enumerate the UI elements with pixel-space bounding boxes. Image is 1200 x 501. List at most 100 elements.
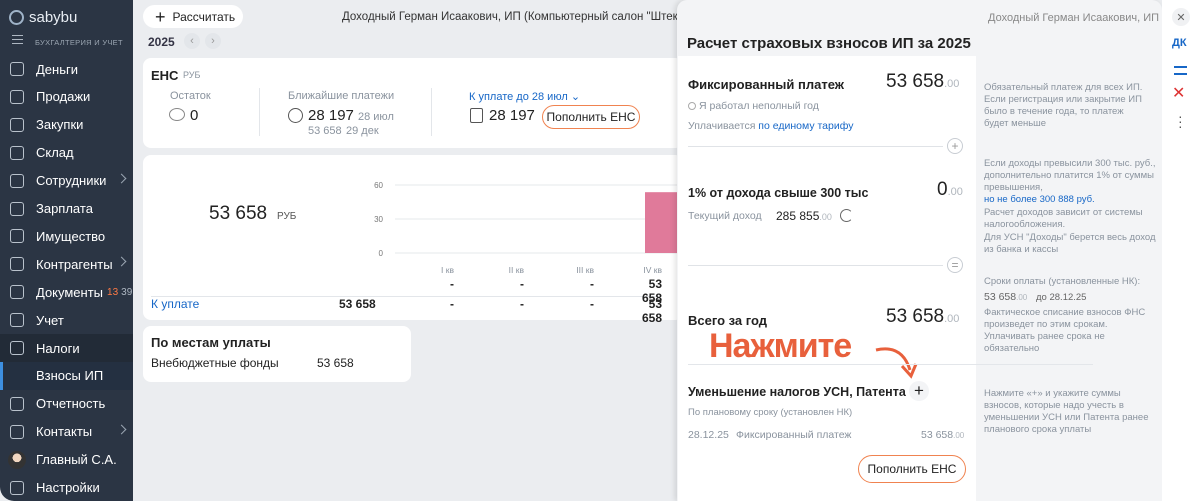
divider: [259, 88, 260, 136]
partial-year-checkbox[interactable]: [688, 102, 696, 110]
year-total-value: 53 658.00: [886, 306, 960, 327]
delete-icon[interactable]: ✕: [1172, 86, 1185, 102]
badge: 39: [121, 286, 133, 298]
sidebar-item-label: Взносы ИП: [36, 368, 104, 384]
organization-name[interactable]: Доходный Герман Исаакович, ИП (Компьютер…: [342, 11, 699, 23]
panel-org: Доходный Герман Исаакович, ИП: [988, 12, 1160, 24]
summary-card: 53 658 РУБ 0 30 60 К уплате 53 658 I кв II …: [143, 155, 683, 325]
list-icon[interactable]: [1174, 66, 1187, 75]
sidebar-item[interactable]: Имущество: [0, 222, 133, 250]
partial-year-label[interactable]: Я работал неполный год: [699, 100, 819, 112]
quarter-value: -: [520, 277, 524, 291]
bar[interactable]: [645, 192, 678, 253]
chevron-down-icon: ⌄: [570, 91, 581, 103]
sidebar-item-label: Налоги: [36, 340, 80, 356]
contacts-icon: [10, 424, 24, 439]
limit-link[interactable]: но не более 300 888 руб.: [984, 194, 1095, 205]
sidebar-item[interactable]: Сотрудники: [0, 167, 133, 195]
deadline-row: 53 658.00 до 28.12.25: [984, 291, 1087, 303]
upcoming-date-2: 29 дек: [346, 125, 379, 137]
refresh-icon[interactable]: [840, 209, 853, 222]
reduce-sublabel: По плановому сроку (установлен НК): [688, 407, 853, 418]
sidebar-item[interactable]: Документы 13 39: [0, 278, 133, 306]
warehouse-icon: [10, 145, 24, 160]
sidebar-item[interactable]: Зарплата: [0, 195, 133, 223]
sidebar-item-label: Главный С.А.: [36, 452, 117, 468]
paid-text: Уплачивается по единому тарифу: [688, 120, 854, 132]
quarter-label: IV кв: [643, 265, 662, 275]
ens-currency: РУБ: [183, 70, 201, 80]
sidebar-item[interactable]: Взносы ИП: [0, 361, 133, 390]
prev-year-icon[interactable]: ‹: [184, 33, 200, 49]
reduce-row-name: Фиксированный платеж: [736, 429, 852, 441]
salary-icon: [10, 201, 24, 216]
quarter-value: -: [590, 297, 594, 311]
balance-value: 0: [190, 107, 199, 124]
sidebar-item-label: Сотрудники: [36, 173, 107, 189]
topup-ens-panel-button[interactable]: Пополнить ЕНС: [858, 455, 966, 483]
total-value: 53 658: [209, 203, 268, 224]
property-icon: [10, 229, 24, 244]
add-reduction-button[interactable]: +: [909, 381, 929, 401]
upcoming-date: 28 июл: [358, 111, 394, 123]
sidebar-item[interactable]: Склад: [0, 139, 133, 167]
total-currency: РУБ: [277, 211, 297, 222]
y-tick-label: 30: [374, 215, 383, 224]
sidebar-item[interactable]: Отчетность: [0, 390, 133, 418]
sidebar-item[interactable]: Контрагенты: [0, 250, 133, 278]
app-logo[interactable]: sabybu: [9, 9, 77, 26]
topup-ens-button[interactable]: Пополнить ЕНС: [542, 105, 640, 129]
menu-icon[interactable]: [12, 35, 23, 44]
calculate-button[interactable]: + Рассчитать: [143, 5, 243, 28]
sidebar-item-label: Настройки: [36, 480, 100, 495]
sidebar-item-label: Отчетность: [36, 396, 106, 412]
annotation-text: Нажмите: [709, 327, 852, 365]
due-dropdown[interactable]: К уплате до 28 июл ⌄: [469, 90, 580, 103]
due-value: 28 197: [489, 107, 535, 124]
dk-button[interactable]: ДК: [1172, 37, 1187, 49]
places-item-value[interactable]: 53 658: [317, 356, 354, 370]
sidebar-item[interactable]: Главный С.А.: [0, 446, 133, 474]
reduce-row-value: 53 658.00: [921, 429, 965, 441]
taxes-icon: [10, 341, 24, 355]
deadline-note: Фактическое списание взносов ФНС произве…: [984, 307, 1146, 354]
tariff-link[interactable]: по единому тарифу: [758, 120, 853, 132]
sales-icon: [10, 89, 24, 104]
close-icon[interactable]: ✕: [1172, 8, 1190, 26]
next-year-icon[interactable]: ›: [205, 33, 221, 49]
quarter-value: -: [450, 297, 454, 311]
clock-icon: [288, 108, 303, 123]
divider: [688, 146, 943, 147]
chevron-right-icon: [116, 173, 127, 184]
contractors-icon: [10, 257, 24, 272]
settings-icon: [10, 480, 24, 495]
purchases-icon: [10, 117, 24, 132]
logo-icon: [9, 10, 24, 25]
quarter-value: -: [590, 277, 594, 291]
quarter-value: -: [450, 277, 454, 291]
sidebar-item-label: Деньги: [36, 61, 78, 77]
percent-label: 1% от дохода свыше 300 тыс: [688, 186, 869, 200]
sidebar-item[interactable]: Деньги: [0, 55, 133, 83]
quarterly-chart: 0 30 60: [374, 181, 681, 258]
coins-icon: [169, 108, 185, 121]
reduce-label: Уменьшение налогов УСН, Патента: [688, 385, 906, 399]
sidebar-item[interactable]: Учет: [0, 306, 133, 334]
sidebar-item[interactable]: Настройки: [0, 474, 133, 501]
sidebar-item[interactable]: Закупки: [0, 111, 133, 139]
year-selector[interactable]: 2025: [148, 35, 175, 49]
chevron-right-icon: [116, 424, 127, 435]
due-row-label: К уплате: [151, 297, 200, 311]
upcoming-label: Ближайшие платежи: [288, 90, 395, 102]
sidebar-item-label: Контрагенты: [36, 256, 113, 272]
panel-title: Расчет страховых взносов ИП за 2025: [687, 35, 971, 52]
sidebar-item[interactable]: Налоги: [0, 334, 133, 362]
sidebar-item[interactable]: Контакты: [0, 418, 133, 446]
sidebar-item-label: Продажи: [36, 89, 91, 105]
upcoming-value[interactable]: 28 197: [308, 107, 354, 124]
balance-label: Остаток: [170, 90, 211, 102]
more-icon[interactable]: · · ·: [1178, 109, 1183, 133]
employees-icon: [10, 173, 24, 188]
sidebar-item[interactable]: Продажи: [0, 83, 133, 111]
plus-icon: +: [155, 6, 166, 27]
